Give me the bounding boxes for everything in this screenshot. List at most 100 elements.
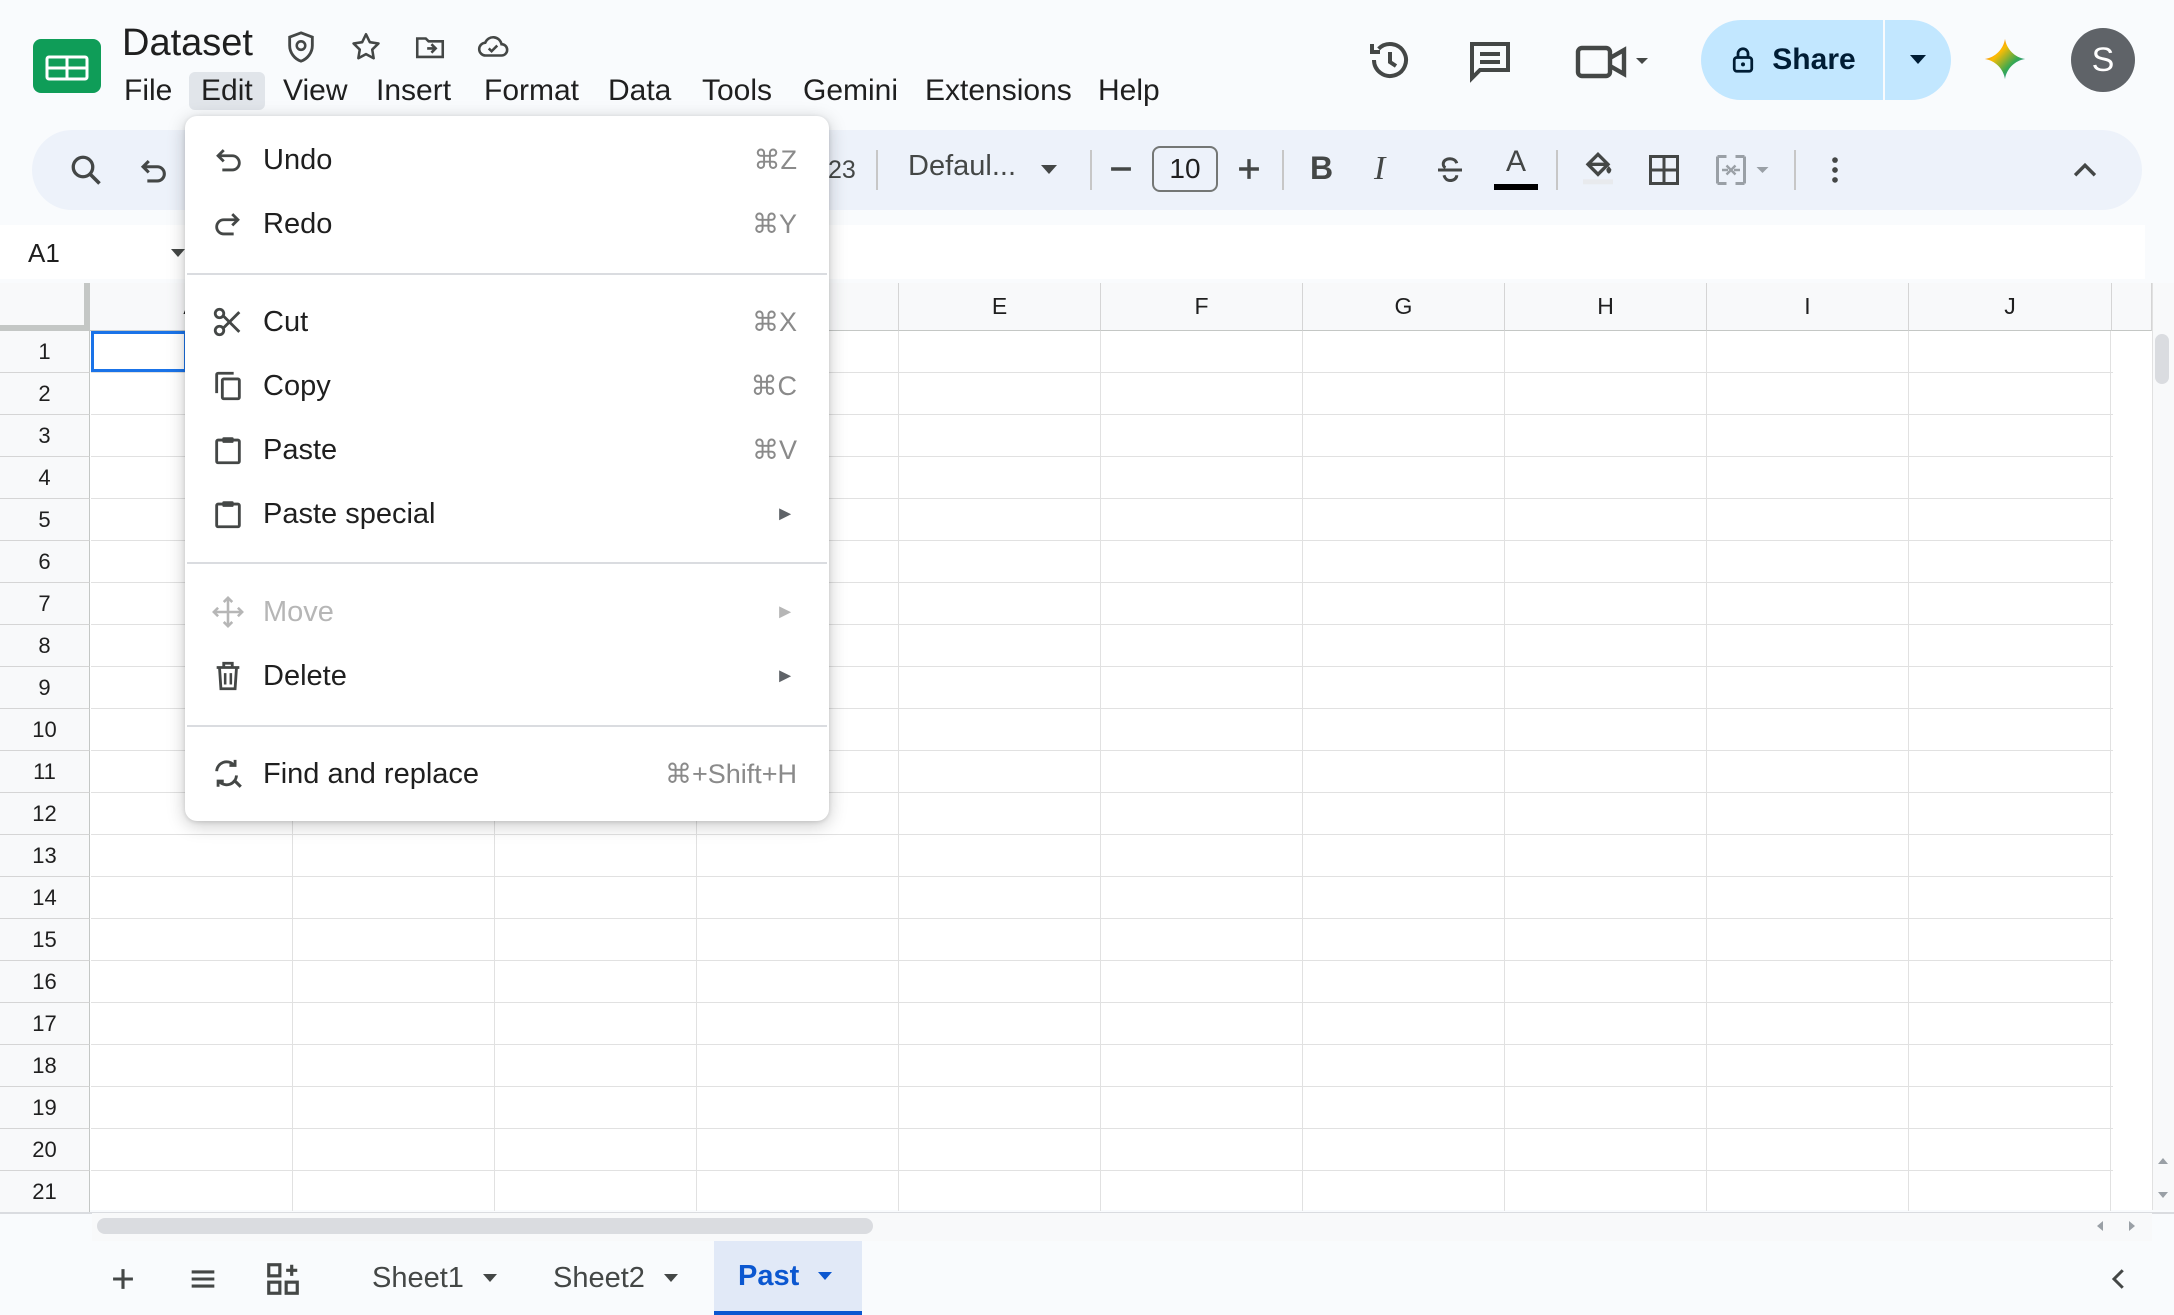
row-header[interactable]: 2 bbox=[0, 373, 90, 415]
row-header[interactable]: 16 bbox=[0, 961, 90, 1003]
column-header[interactable]: E bbox=[899, 283, 1101, 331]
font-dropdown-arrow-icon[interactable] bbox=[1040, 164, 1058, 176]
vertical-scroll-thumb[interactable] bbox=[2155, 334, 2169, 384]
history-icon[interactable] bbox=[1366, 36, 1414, 84]
row-header[interactable]: 20 bbox=[0, 1129, 90, 1171]
text-color-icon[interactable]: A bbox=[1492, 146, 1540, 192]
row-header[interactable]: 15 bbox=[0, 919, 90, 961]
menu-item-undo[interactable]: Undo ⌘Z bbox=[185, 132, 829, 188]
select-all-corner[interactable] bbox=[0, 283, 90, 331]
menu-item-paste[interactable]: Paste ⌘V bbox=[185, 422, 829, 478]
font-family-select[interactable]: Defaul... bbox=[908, 150, 1016, 183]
decrease-font-icon[interactable] bbox=[1104, 152, 1138, 186]
gemini-icon[interactable] bbox=[1983, 37, 2027, 81]
row-header[interactable]: 18 bbox=[0, 1045, 90, 1087]
column-header[interactable]: J bbox=[1909, 283, 2112, 331]
menu-data[interactable]: Data bbox=[596, 72, 683, 110]
undo-icon[interactable] bbox=[136, 154, 170, 188]
security-shield-icon[interactable] bbox=[284, 30, 318, 64]
move-to-folder-icon[interactable] bbox=[413, 30, 447, 64]
search-icon[interactable] bbox=[68, 152, 104, 188]
selected-cell[interactable] bbox=[91, 331, 187, 372]
menu-divider bbox=[187, 562, 827, 564]
fill-color-icon[interactable] bbox=[1578, 146, 1618, 186]
menu-item-label: Delete bbox=[263, 659, 347, 692]
menu-format[interactable]: Format bbox=[472, 72, 591, 110]
find-replace-icon bbox=[211, 757, 245, 791]
sheets-logo[interactable] bbox=[33, 39, 101, 93]
row-header[interactable]: 11 bbox=[0, 751, 90, 793]
row-header[interactable]: 8 bbox=[0, 625, 90, 667]
menu-file[interactable]: File bbox=[112, 72, 184, 110]
merge-cells-icon[interactable] bbox=[1712, 152, 1774, 188]
menu-edit[interactable]: Edit bbox=[189, 72, 265, 110]
zoom-number-format-fragment[interactable]: 23 bbox=[828, 156, 856, 185]
row-header[interactable]: 14 bbox=[0, 877, 90, 919]
sheet-tab-past[interactable]: Past bbox=[714, 1241, 862, 1315]
share-button[interactable]: Share bbox=[1701, 20, 1883, 100]
row-header[interactable]: 19 bbox=[0, 1087, 90, 1129]
vertical-scrollbar[interactable] bbox=[2152, 283, 2174, 1210]
row-header[interactable]: 7 bbox=[0, 583, 90, 625]
more-icon[interactable] bbox=[1818, 152, 1852, 188]
menu-view[interactable]: View bbox=[271, 72, 359, 110]
sheet-tab-sheet2[interactable]: Sheet2 bbox=[529, 1241, 703, 1315]
menu-item-copy[interactable]: Copy ⌘C bbox=[185, 358, 829, 414]
explore-sheets-icon[interactable] bbox=[264, 1260, 302, 1298]
scroll-down-arrow-icon[interactable] bbox=[2156, 1190, 2170, 1200]
row-header[interactable]: 12 bbox=[0, 793, 90, 835]
row-header[interactable]: 10 bbox=[0, 709, 90, 751]
scroll-up-arrow-icon[interactable] bbox=[2156, 1156, 2170, 1166]
menu-item-paste-special[interactable]: Paste special ► bbox=[185, 486, 829, 542]
avatar[interactable]: S bbox=[2071, 28, 2135, 92]
row-header[interactable]: 1 bbox=[0, 331, 90, 373]
bold-icon[interactable]: B bbox=[1310, 150, 1333, 187]
column-header[interactable]: I bbox=[1707, 283, 1909, 331]
italic-icon[interactable]: I bbox=[1374, 150, 1385, 188]
meet-icon[interactable] bbox=[1574, 38, 1654, 86]
star-icon[interactable] bbox=[349, 30, 383, 64]
sheet-tab-sheet1[interactable]: Sheet1 bbox=[348, 1241, 522, 1315]
scroll-right-arrow-icon[interactable] bbox=[2126, 1219, 2138, 1233]
row-header[interactable]: 3 bbox=[0, 415, 90, 457]
share-dropdown-button[interactable] bbox=[1885, 20, 1951, 100]
menu-tools[interactable]: Tools bbox=[690, 72, 784, 110]
add-sheet-icon[interactable] bbox=[106, 1262, 140, 1296]
menu-item-delete[interactable]: Delete ► bbox=[185, 648, 829, 704]
menu-item-redo[interactable]: Redo ⌘Y bbox=[185, 196, 829, 252]
horizontal-scroll-thumb[interactable] bbox=[97, 1218, 873, 1234]
row-header[interactable]: 6 bbox=[0, 541, 90, 583]
menu-item-cut[interactable]: Cut ⌘X bbox=[185, 294, 829, 350]
row-header[interactable]: 17 bbox=[0, 1003, 90, 1045]
font-size-input[interactable]: 10 bbox=[1152, 146, 1218, 192]
menu-insert[interactable]: Insert bbox=[364, 72, 463, 110]
row-header[interactable]: 13 bbox=[0, 835, 90, 877]
move-icon bbox=[211, 595, 245, 629]
menu-help[interactable]: Help bbox=[1086, 72, 1172, 110]
menu-gemini[interactable]: Gemini bbox=[791, 72, 910, 110]
scroll-left-arrow-icon[interactable] bbox=[2094, 1219, 2106, 1233]
document-title[interactable]: Dataset bbox=[122, 22, 253, 65]
name-box[interactable]: A1 bbox=[28, 238, 60, 269]
increase-font-icon[interactable] bbox=[1232, 152, 1266, 186]
row-header[interactable]: 21 bbox=[0, 1171, 90, 1213]
menu-item-shortcut: ⌘C bbox=[750, 370, 798, 401]
cloud-saved-icon[interactable] bbox=[476, 30, 510, 64]
borders-icon[interactable] bbox=[1646, 152, 1682, 188]
strikethrough-icon[interactable] bbox=[1432, 152, 1468, 188]
menu-item-label: Find and replace bbox=[263, 757, 480, 790]
side-panel-collapse-icon[interactable] bbox=[2104, 1264, 2134, 1294]
row-header[interactable]: 5 bbox=[0, 499, 90, 541]
menu-item-find-and-replace[interactable]: Find and replace ⌘+Shift+H bbox=[185, 746, 829, 802]
menu-extensions[interactable]: Extensions bbox=[913, 72, 1084, 110]
column-header[interactable]: G bbox=[1303, 283, 1505, 331]
name-box-dropdown-icon[interactable] bbox=[170, 248, 186, 258]
column-header[interactable]: F bbox=[1101, 283, 1303, 331]
sheet-bar bbox=[0, 1241, 2174, 1315]
all-sheets-menu-icon[interactable] bbox=[185, 1262, 221, 1296]
collapse-icon[interactable] bbox=[2068, 154, 2102, 188]
row-header[interactable]: 4 bbox=[0, 457, 90, 499]
column-header[interactable]: H bbox=[1505, 283, 1707, 331]
row-header[interactable]: 9 bbox=[0, 667, 90, 709]
comment-icon[interactable] bbox=[1466, 36, 1514, 84]
